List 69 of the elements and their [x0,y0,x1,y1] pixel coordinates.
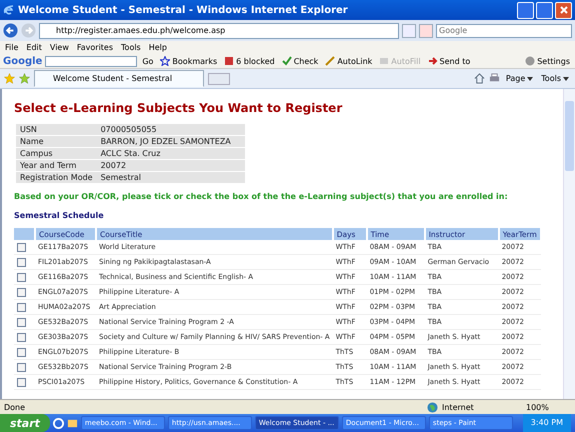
toolbar-button[interactable]: Send to [426,56,472,66]
checkbox[interactable] [17,348,26,356]
search-field[interactable]: Google [436,24,572,38]
info-label: Name [16,136,97,147]
checkbox[interactable] [17,258,26,266]
page-heading: Select e-Learning Subjects You Want to Register [14,101,344,115]
browser-quick-launch-icon[interactable] [52,418,64,428]
clock: 3:40 PM [522,414,571,432]
settings-button[interactable]: Settings [523,56,572,66]
home-icon[interactable] [474,73,485,84]
info-value: Semestral [96,172,245,183]
status-text: Done [4,402,26,412]
checkbox[interactable] [17,332,26,342]
checkbox[interactable] [17,302,26,312]
zoom-level[interactable]: 100% [526,402,571,412]
security-zone-text: Internet [442,402,475,412]
toolbar-search-field[interactable] [45,56,138,66]
command-button[interactable]: Tools [539,74,571,83]
go-button[interactable]: Go [140,56,156,66]
favorites-star-icon[interactable] [4,73,15,84]
info-label: Year and Term [16,160,97,171]
toolbar-button[interactable]: AutoLink [323,56,374,66]
menu-item[interactable]: Favorites [76,43,114,52]
scrollbar[interactable] [563,89,575,399]
info-value: BARRON, JO EDZEL SAMONTEZA [96,136,245,147]
close-icon [558,5,568,15]
add-favorites-icon[interactable] [19,73,30,84]
settings-icon [525,56,536,66]
info-label: Campus [16,148,97,159]
menu-item[interactable]: View [50,43,69,52]
menu-item[interactable]: File [5,43,18,52]
info-label: USN [16,124,97,135]
toolbar-button[interactable]: Check [280,56,320,66]
toolbar-button[interactable]: Bookmarks [158,56,220,66]
arrow-icon [428,56,438,66]
checkbox[interactable] [17,378,26,386]
checkmark-icon [282,56,292,66]
info-value: ACLC Sta. Cruz [96,148,245,159]
info-label: Registration Mode [16,172,97,183]
close-button[interactable] [555,2,572,18]
caret-icon [563,76,569,80]
browser-tab[interactable]: Welcome Student - Semestral [34,70,204,87]
google-logo: Google [3,56,42,66]
blocker-icon [224,56,234,66]
globe-icon [427,402,438,412]
printer-icon[interactable] [488,73,500,84]
restore-button[interactable] [536,2,553,18]
address-field[interactable]: http://register.amaes.edu.ph/welcome.asp [39,22,399,38]
window-title: Welcome Student - Semestral - Windows Internet Explorer [18,4,349,16]
command-button[interactable]: Page [504,74,536,83]
pencil-icon [325,56,336,66]
minimize-button[interactable] [517,2,534,18]
instruction-text: Based on your OR/COR, please tick or check the box of the the e-Learning subject(s) that you are enrolled in: [14,192,509,201]
info-value: 20072 [96,160,245,171]
checkbox[interactable] [17,362,26,372]
star-icon [160,56,170,66]
toolbar-button[interactable]: 6 blocked [222,56,277,66]
checkbox[interactable] [17,242,26,252]
menu-item[interactable]: Help [148,43,167,52]
menu-item[interactable]: Edit [26,43,42,52]
menu-item[interactable]: Tools [121,43,141,52]
checkbox[interactable] [17,272,26,282]
checkbox[interactable] [17,318,26,326]
info-value: 07000505055 [96,124,245,135]
section-heading: Semestral Schedule [14,211,105,220]
browser-logo-icon [3,4,15,16]
caret-icon [527,76,534,80]
desktop-quick-launch-icon[interactable] [66,418,78,428]
checkbox[interactable] [17,288,26,296]
